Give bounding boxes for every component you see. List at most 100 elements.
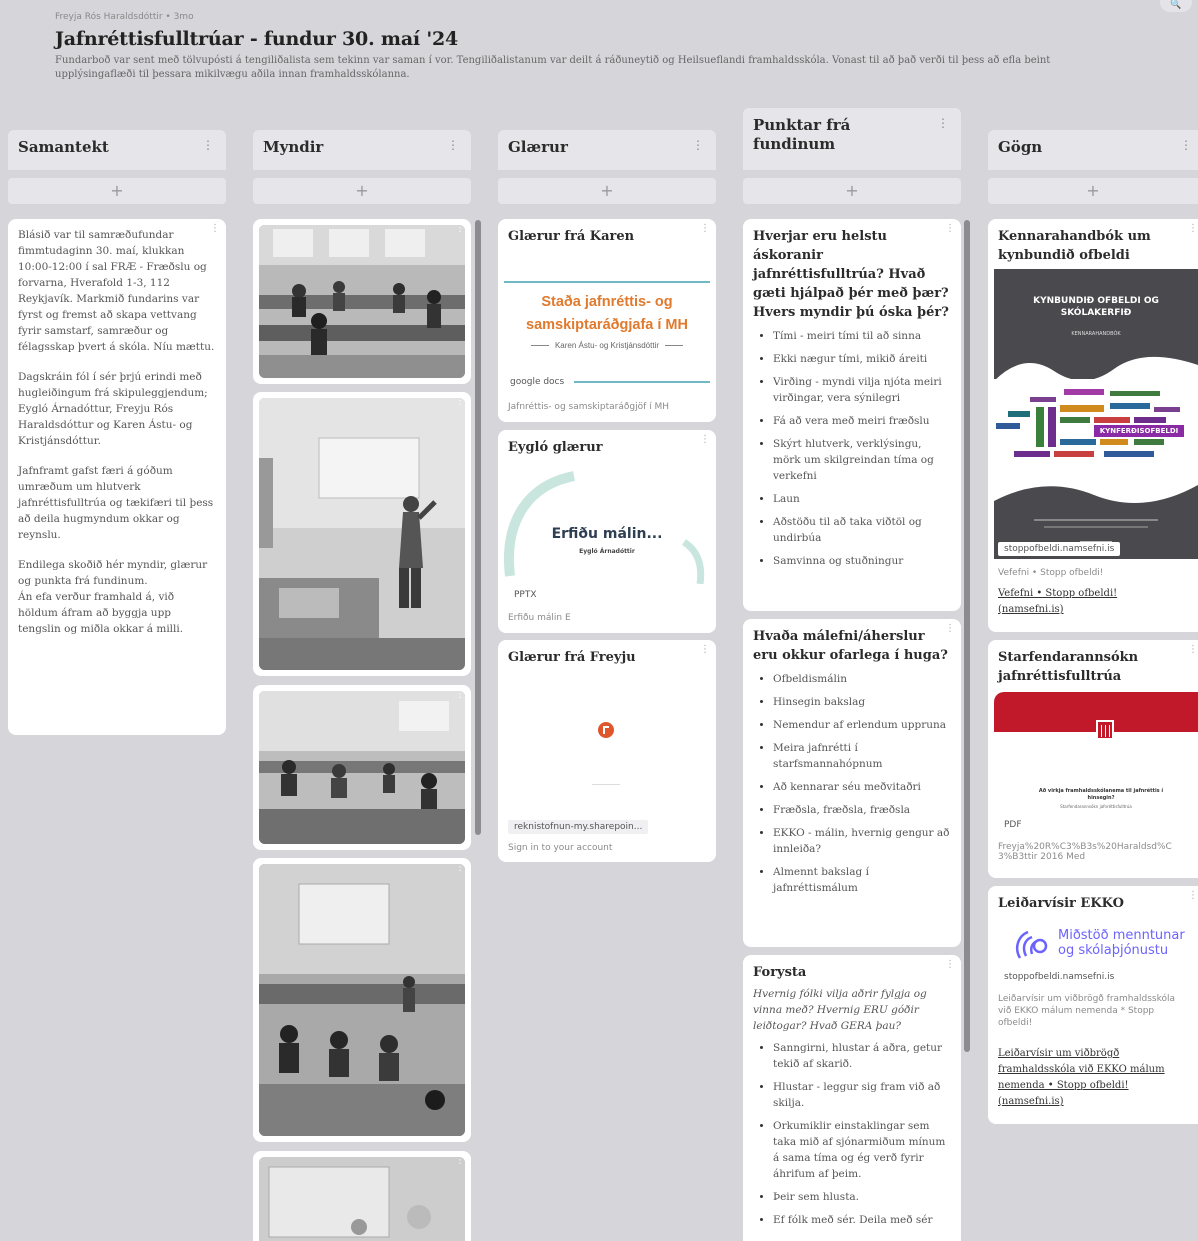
signal-logo-icon (1016, 930, 1048, 959)
list-item: Aðstöðu til að taka viðtöl og undirbúa (773, 514, 951, 546)
photo-card[interactable]: ⋮ (253, 1151, 471, 1241)
notes-list: Sanngirni, hlustar á aðra, getur tekið a… (743, 1034, 961, 1241)
notes-card[interactable]: ⋮ Hverjar eru helstu áskoranir jafnrétti… (743, 219, 961, 611)
column-menu-icon[interactable]: ⋮ (937, 116, 949, 130)
post-menu-icon[interactable]: ⋮ (700, 223, 710, 234)
notes-card[interactable]: ⋮ Forysta Hvernig fólki vilja aðrir fylg… (743, 955, 961, 1241)
post-menu-icon[interactable]: ⋮ (455, 862, 465, 873)
list-item: Þeir sem hlusta. (773, 1189, 951, 1205)
add-post-button[interactable]: + (8, 178, 226, 204)
link-caption: Jafnréttis- og samskiptaráðgjöf í MH (508, 402, 670, 412)
slides-card[interactable]: ⋮ Eygló glærur Erfiðu málin... Eygló Árn… (498, 430, 716, 633)
cover-wave (994, 475, 1198, 503)
column-header[interactable]: Gögn ⋮ (988, 130, 1198, 170)
column-scrollbar[interactable] (475, 220, 481, 835)
add-post-button[interactable]: + (988, 178, 1198, 204)
post-menu-icon[interactable]: ⋮ (455, 689, 465, 700)
slides-card[interactable]: ⋮ Glærur frá Freyju reknistofnun-my.shar… (498, 640, 716, 862)
link-caption: Leiðarvísir um viðbrögð framhaldsskóla v… (998, 994, 1176, 1028)
column-menu-icon[interactable]: ⋮ (447, 138, 459, 152)
list-item: Fræðsla, fræðsla, fræðsla (773, 802, 951, 818)
meeting-photo[interactable] (259, 225, 465, 378)
column-title: Glærur (508, 138, 568, 156)
list-item: EKKO - málin, hvernig gengur að innleiða… (773, 825, 951, 857)
handbook-cover[interactable]: KYNBUNDIÐ OFBELDI OG SKÓLAKERFIÐ KENNARA… (994, 269, 1198, 559)
post-menu-icon[interactable]: ⋮ (1188, 890, 1198, 901)
resource-card[interactable]: ⋮ Kennarahandbók um kynbundið ofbeldi KY… (988, 219, 1198, 632)
column-title: Gögn (998, 138, 1043, 156)
column-glaerur: Glærur ⋮ + ⋮ Glærur frá Karen Staða jafn… (498, 108, 716, 1241)
column-menu-icon[interactable]: ⋮ (692, 138, 704, 152)
cover-title: KYNBUNDIÐ OFBELDI OG SKÓLAKERFIÐ (1033, 296, 1159, 318)
link-caption: Sign in to your account (508, 843, 613, 853)
search-icon[interactable]: 🔍 (1160, 0, 1192, 12)
photo-card[interactable]: ⋮ (253, 392, 471, 676)
meeting-photo[interactable] (259, 864, 465, 1136)
column-header[interactable]: Samantekt ⋮ (8, 130, 226, 170)
column-myndir: Myndir ⋮ + ⋮ ⋮ ⋮ ⋮ ⋮ (253, 108, 471, 1241)
post-menu-icon[interactable]: ⋮ (455, 223, 465, 234)
column-menu-icon[interactable]: ⋮ (1180, 138, 1192, 152)
link-caption: Vefefni • Stopp ofbeldi! (998, 568, 1104, 578)
meeting-photo[interactable] (259, 1157, 465, 1241)
photo-card[interactable]: ⋮ (253, 219, 471, 384)
post-menu-icon[interactable]: ⋮ (1188, 223, 1198, 234)
add-post-button[interactable]: + (498, 178, 716, 204)
column-header[interactable]: Myndir ⋮ (253, 130, 471, 170)
post-menu-icon[interactable]: ⋮ (455, 1155, 465, 1166)
add-post-button[interactable]: + (743, 178, 961, 204)
document-title: Að virkja framhaldsskólanema til jafnrét… (1038, 788, 1164, 801)
powerpoint-icon (598, 722, 614, 738)
slide-preview[interactable]: Erfiðu málin... Eygló Árnadóttir (504, 466, 710, 584)
column-scrollbar[interactable] (964, 220, 970, 1052)
meeting-photo-image (259, 691, 465, 844)
post-title: Leiðarvísir EKKO (998, 896, 1124, 911)
post-menu-icon[interactable]: ⋮ (700, 644, 710, 655)
column-title: Samantekt (18, 138, 109, 156)
slide-preview-author: Eygló Árnadóttir (579, 548, 635, 555)
resource-card[interactable]: ⋮ Starfendarannsókn jafnréttisfulltrúa A… (988, 640, 1198, 878)
document-subtitle: Starfendarannsókn jafnréttisfulltrúa (1060, 804, 1132, 809)
slide-preview[interactable]: Staða jafnréttis- og samskiptaráðgjafa í… (504, 281, 710, 376)
list-item: Tími - meiri tími til að sinna (773, 328, 951, 344)
source-tag: PPTX (508, 588, 543, 602)
post-title: Eygló glærur (508, 440, 603, 455)
column-menu-icon[interactable]: ⋮ (202, 138, 214, 152)
resource-link[interactable]: Leiðarvísir um viðbrögð framhaldsskóla v… (988, 1046, 1192, 1110)
notes-card[interactable]: ⋮ Hvaða málefni/áherslur eru okkur ofarl… (743, 619, 961, 947)
board-author-breadcrumb[interactable]: Freyja Rós Haraldsdóttir • 3mo (55, 12, 1155, 22)
post-title: Forysta (753, 965, 807, 980)
list-item: Að kennarar séu meðvitaðri (773, 779, 951, 795)
post-menu-icon[interactable]: ⋮ (1188, 644, 1198, 655)
document-preview[interactable]: Að virkja framhaldsskólanema til jafnrét… (994, 692, 1198, 814)
photo-card[interactable]: ⋮ (253, 685, 471, 850)
board-header: Freyja Rós Haraldsdóttir • 3mo Jafnrétti… (55, 12, 1155, 82)
add-post-button[interactable]: + (253, 178, 471, 204)
list-item: Ofbeldismálin (773, 671, 951, 687)
post-menu-icon[interactable]: ⋮ (945, 959, 955, 970)
resource-link[interactable]: Vefefni • Stopp ofbeldi! (namsefni.is) (988, 586, 1188, 618)
photo-card[interactable]: ⋮ (253, 858, 471, 1142)
post-card[interactable]: ⋮ Blásið var til samræðufundar fimmtudag… (8, 219, 226, 735)
slide-decoration (504, 471, 705, 584)
list-item: Sanngirni, hlustar á aðra, getur tekið a… (773, 1040, 951, 1072)
meeting-photo[interactable] (259, 398, 465, 670)
post-menu-icon[interactable]: ⋮ (210, 223, 220, 234)
meeting-photo-image (259, 398, 465, 670)
post-intro: Hvernig fólki vilja aðrir fylgja og vinn… (753, 988, 927, 1032)
post-menu-icon[interactable]: ⋮ (700, 434, 710, 445)
organization-logo[interactable]: Miðstöð menntunar og skólaþjónustu (998, 926, 1198, 970)
post-menu-icon[interactable]: ⋮ (945, 623, 955, 634)
post-menu-icon[interactable]: ⋮ (945, 223, 955, 234)
column-header[interactable]: Punktar frá fundinum ⋮ (743, 108, 961, 170)
slide-preview-title: Staða jafnréttis- og samskiptaráðgjafa í… (526, 294, 688, 333)
slides-card[interactable]: ⋮ Glærur frá Karen Staða jafnréttis- og … (498, 219, 716, 422)
column-header[interactable]: Glærur ⋮ (498, 130, 716, 170)
meeting-photo-image (259, 1157, 465, 1241)
source-tag: stoppofbeldi.namsefni.is (998, 970, 1121, 984)
post-title: Hverjar eru helstu áskoranir jafnréttisf… (753, 229, 949, 320)
column-punktar: Punktar frá fundinum ⋮ + ⋮ Hverjar eru h… (743, 108, 961, 1241)
resource-card[interactable]: ⋮ Leiðarvísir EKKO Miðstöð menntunar og … (988, 886, 1198, 1124)
meeting-photo[interactable] (259, 691, 465, 844)
post-menu-icon[interactable]: ⋮ (455, 396, 465, 407)
